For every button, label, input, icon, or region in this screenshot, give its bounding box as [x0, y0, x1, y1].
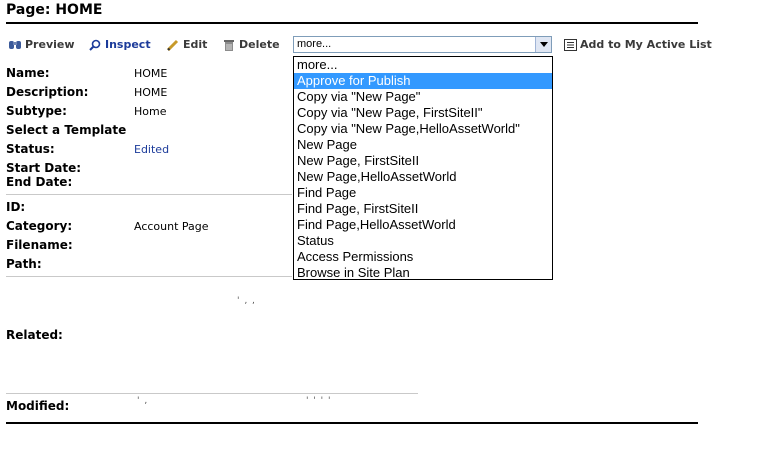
page-title: Page: HOME	[6, 2, 103, 18]
dropdown-option[interactable]: New Page	[294, 137, 552, 153]
section-divider	[6, 393, 418, 394]
pencil-icon	[166, 39, 179, 51]
description-value: HOME	[134, 86, 168, 99]
id-label: ID:	[6, 200, 26, 214]
dropdown-option[interactable]: New Page, FirstSiteII	[294, 153, 552, 169]
edit-label: Edit	[183, 38, 208, 51]
name-value: HOME	[134, 67, 168, 80]
dropdown-option[interactable]: Browse in Site Plan	[294, 265, 552, 281]
category-value: Account Page	[134, 220, 209, 233]
filename-label: Filename:	[6, 238, 73, 252]
action-dropdown-list[interactable]: more... Approve for Publish Copy via "New …	[293, 56, 553, 280]
footer-divider	[6, 422, 698, 424]
status-value: Edited	[134, 143, 170, 156]
dropdown-option[interactable]: Copy via "New Page"	[294, 89, 552, 105]
start-date-label: Start Date:	[6, 161, 82, 175]
dropdown-option[interactable]: Copy via "New Page,HelloAssetWorld"	[294, 121, 552, 137]
template-label: Select a Template	[6, 123, 127, 137]
add-to-active-list-button[interactable]: Add to My Active List	[564, 38, 712, 51]
dropdown-option[interactable]: New Page,HelloAssetWorld	[294, 169, 552, 185]
magnifier-icon	[89, 39, 101, 51]
end-date-label: End Date:	[6, 175, 73, 189]
dropdown-option[interactable]: Find Page,HelloAssetWorld	[294, 217, 552, 233]
add-to-active-list-label: Add to My Active List	[580, 38, 712, 51]
dropdown-option[interactable]: more...	[294, 57, 552, 73]
delete-label: Delete	[239, 38, 280, 51]
list-icon	[564, 38, 577, 51]
modified-label: Modified:	[6, 399, 70, 413]
subtype-value: Home	[134, 105, 167, 118]
section-divider	[6, 194, 292, 195]
category-label: Category:	[6, 219, 73, 233]
dropdown-option[interactable]: Approve for Publish	[294, 73, 552, 89]
inspect-button[interactable]: Inspect	[88, 38, 151, 51]
name-label: Name:	[6, 66, 50, 80]
related-label: Related:	[6, 328, 63, 342]
inspect-label: Inspect	[105, 38, 151, 51]
action-select-value: more...	[297, 38, 332, 50]
edit-button[interactable]: Edit	[166, 38, 207, 51]
subtype-label: Subtype:	[6, 104, 67, 118]
description-label: Description:	[6, 85, 89, 99]
section-divider	[6, 276, 292, 277]
action-select[interactable]: more...	[293, 36, 552, 53]
faint-artifact: ' ,	[137, 396, 149, 406]
trash-icon	[224, 39, 234, 51]
preview-label: Preview	[25, 38, 75, 51]
chevron-down-icon[interactable]	[535, 37, 551, 52]
delete-button[interactable]: Delete	[222, 38, 280, 51]
binoculars-icon	[9, 40, 21, 49]
dropdown-option[interactable]: Status	[294, 233, 552, 249]
status-label: Status:	[6, 142, 55, 156]
path-label: Path:	[6, 257, 42, 271]
dropdown-option[interactable]: Access Permissions	[294, 249, 552, 265]
faint-artifact: ' ‚ ,	[237, 296, 256, 306]
title-divider	[6, 22, 698, 24]
preview-button[interactable]: Preview	[8, 38, 75, 51]
faint-artifact: ' ' ' '	[306, 396, 332, 406]
dropdown-option[interactable]: Find Page, FirstSiteII	[294, 201, 552, 217]
dropdown-option[interactable]: Find Page	[294, 185, 552, 201]
dropdown-option[interactable]: Copy via "New Page, FirstSiteII"	[294, 105, 552, 121]
